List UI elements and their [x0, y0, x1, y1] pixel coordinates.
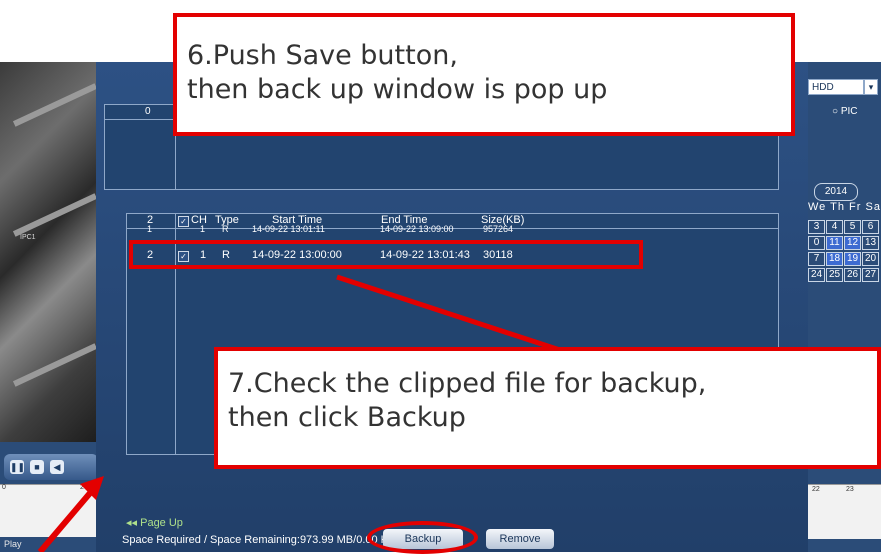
callout-line: 7.Check the clipped file for backup, — [228, 368, 707, 399]
callout-line: 6.Push Save button, — [187, 40, 458, 71]
callout-line: then click Backup — [228, 402, 466, 433]
pointer-arrow-line — [37, 484, 99, 552]
step-7-callout: 7.Check the clipped file for backup, the… — [214, 347, 881, 469]
pointer-arrow-line — [336, 274, 567, 355]
step-6-callout: 6.Push Save button, then back up window … — [173, 13, 795, 136]
callout-line: then back up window is pop up — [187, 74, 608, 105]
